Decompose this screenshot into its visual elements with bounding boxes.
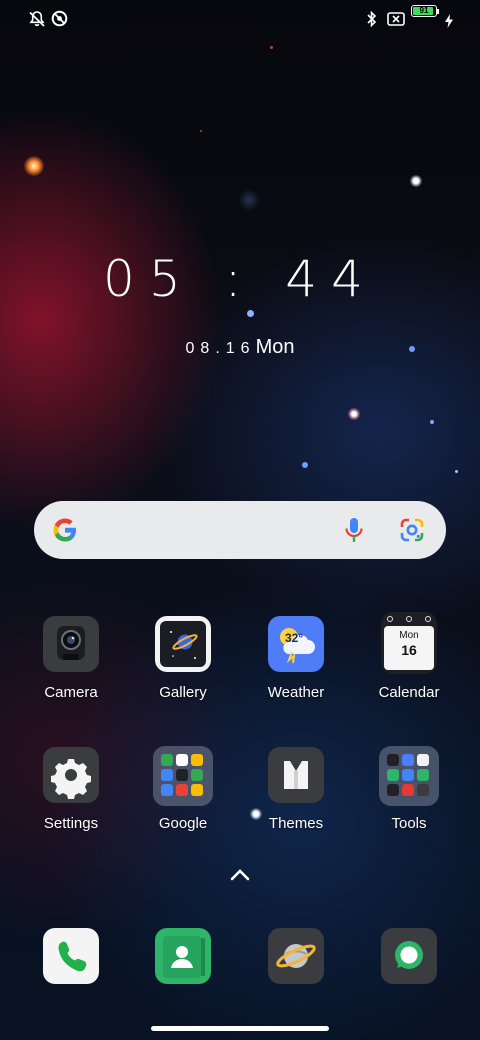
google-search-bar[interactable] (34, 501, 446, 559)
date-numeric: 08.16 (185, 340, 256, 357)
app-label: Calendar (378, 684, 440, 701)
app-label: Tools (391, 815, 427, 832)
app-settings[interactable]: Settings (16, 747, 126, 832)
gesture-nav-handle[interactable] (151, 1026, 329, 1031)
star (200, 130, 202, 132)
microphone-icon[interactable] (342, 516, 366, 544)
calendar-page: Mon 16 (384, 626, 434, 670)
no-sim-icon (387, 12, 405, 26)
calendar-icon: Mon 16 (381, 612, 437, 674)
google-folder-icon (153, 746, 213, 806)
star (430, 420, 434, 424)
lockscreen-date: 08.16Mon (0, 336, 480, 359)
messages-icon (381, 928, 437, 984)
battery-tip (437, 9, 439, 14)
gallery-icon (155, 616, 211, 672)
app-themes[interactable]: Themes (241, 747, 351, 832)
app-label: Gallery (159, 684, 207, 701)
weather-temp: 32° (285, 631, 304, 645)
star (410, 175, 422, 187)
settings-gear-icon (43, 747, 99, 803)
date-weekday: Mon (255, 336, 295, 358)
lockscreen-clock: 05 : 44 (103, 250, 377, 308)
app-label: Themes (268, 815, 324, 832)
calendar-rings (387, 616, 431, 622)
google-lens-icon[interactable] (398, 516, 426, 544)
app-gallery[interactable]: Gallery (128, 616, 238, 701)
charging-bolt-icon (445, 14, 453, 28)
star (24, 156, 44, 176)
star (238, 189, 260, 211)
dock-contacts[interactable] (128, 928, 238, 984)
google-g-icon (53, 518, 76, 542)
browser-icon (268, 928, 324, 984)
battery-level: 91 (419, 6, 429, 15)
app-weather[interactable]: 32° Weather (241, 616, 351, 701)
status-bar (0, 10, 480, 34)
app-camera[interactable]: Camera (16, 616, 126, 701)
star (348, 408, 360, 420)
star (247, 310, 254, 317)
star (302, 462, 308, 468)
app-label: Weather (267, 684, 325, 701)
star (270, 46, 273, 49)
data-saver-icon (51, 10, 68, 27)
folder-tools[interactable]: Tools (354, 746, 464, 832)
app-label: Camera (44, 684, 98, 701)
notifications-off-icon (29, 11, 45, 27)
bluetooth-icon (367, 10, 377, 28)
calendar-weekday: Mon (399, 630, 419, 641)
calendar-day: 16 (401, 642, 417, 658)
star (455, 470, 458, 473)
battery-icon: 91 (411, 5, 437, 17)
phone-icon (43, 928, 99, 984)
weather-icon: 32° (268, 616, 324, 672)
folder-google[interactable]: Google (128, 746, 238, 832)
app-label: Settings (43, 815, 99, 832)
app-calendar[interactable]: Mon 16 Calendar (354, 612, 464, 701)
contacts-icon (155, 928, 211, 984)
dock-browser[interactable] (241, 928, 351, 984)
themes-icon (268, 747, 324, 803)
dock-messages[interactable] (354, 928, 464, 984)
chevron-up-icon[interactable] (228, 866, 252, 884)
tools-folder-icon (379, 746, 439, 806)
camera-icon (43, 616, 99, 672)
app-label: Google (158, 815, 208, 832)
dock-phone[interactable] (16, 928, 126, 984)
